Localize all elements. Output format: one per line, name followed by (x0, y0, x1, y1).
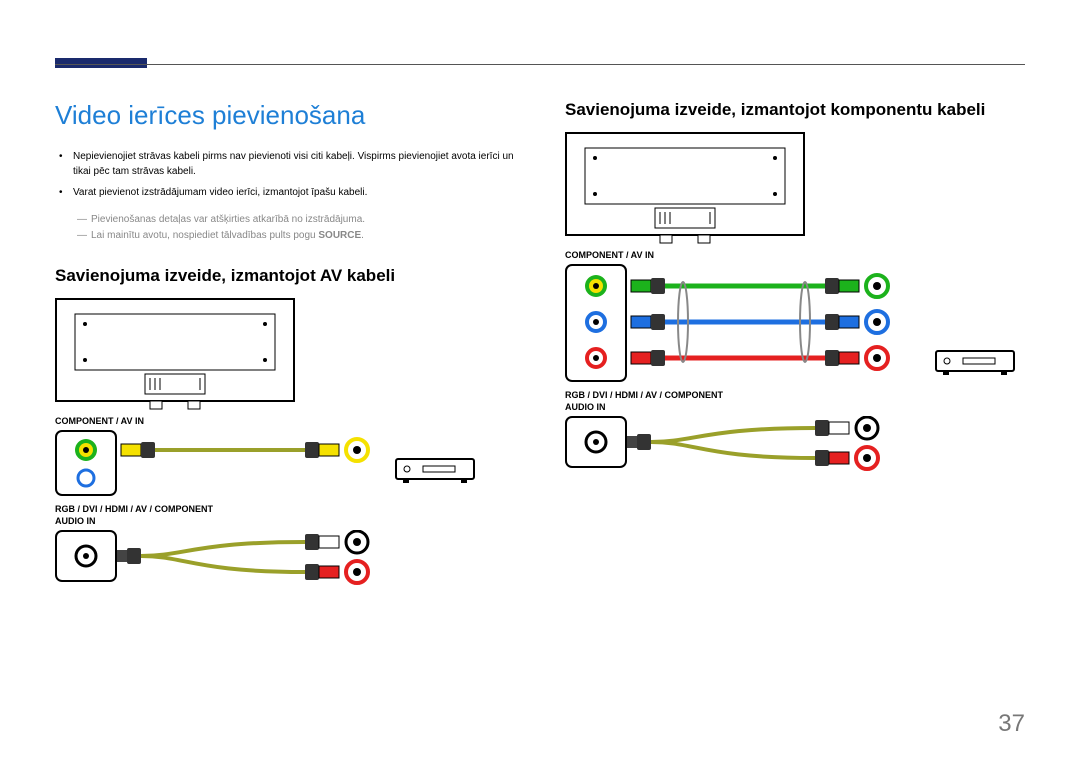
accent-bar (55, 58, 147, 68)
monitor-back-icon (565, 132, 805, 246)
note-period: . (361, 230, 364, 241)
monitor-back-icon (55, 298, 295, 412)
right-subtitle: Savienojuma izveide, izmantojot komponen… (565, 100, 1025, 120)
component-cable-diagram (565, 264, 1025, 384)
port-label-audio: AUDIO IN (565, 402, 1025, 412)
port-label-component: COMPONENT / AV IN (565, 250, 1025, 260)
port-label-rgb: RGB / DVI / HDMI / AV / COMPONENT (565, 390, 1025, 400)
dvd-player-icon (395, 458, 475, 488)
port-label-audio: AUDIO IN (55, 516, 515, 526)
left-column: Video ierīces pievienošana Nepievienojie… (55, 100, 515, 640)
port-label-rgb: RGB / DVI / HDMI / AV / COMPONENT (55, 504, 515, 514)
bullet-item: Varat pievienot izstrādājumam video ierī… (55, 185, 515, 200)
bullet-item: Nepievienojiet strāvas kabeli pirms nav … (55, 149, 515, 179)
audio-cable-diagram (55, 530, 495, 610)
page-title: Video ierīces pievienošana (55, 100, 515, 131)
right-column: Savienojuma izveide, izmantojot komponen… (565, 100, 1025, 640)
left-diagram: COMPONENT / AV IN RGB / DVI / HDMI / AV … (55, 298, 515, 640)
page-number: 37 (998, 710, 1025, 738)
note-text: Lai mainītu avotu, nospiediet tālvadības… (91, 230, 318, 241)
note-bold: SOURCE (318, 230, 361, 241)
right-diagram: COMPONENT / AV IN (565, 132, 1025, 496)
audio-cable-diagram (565, 416, 1005, 496)
left-subtitle: Savienojuma izveide, izmantojot AV kabel… (55, 266, 515, 286)
port-label-component: COMPONENT / AV IN (55, 416, 515, 426)
note-line: Lai mainītu avotu, nospiediet tālvadības… (55, 228, 515, 244)
horizontal-rule (55, 64, 1025, 65)
bullet-list: Nepievienojiet strāvas kabeli pirms nav … (55, 149, 515, 200)
note-line: Pievienošanas detaļas var atšķirties atk… (55, 212, 515, 228)
